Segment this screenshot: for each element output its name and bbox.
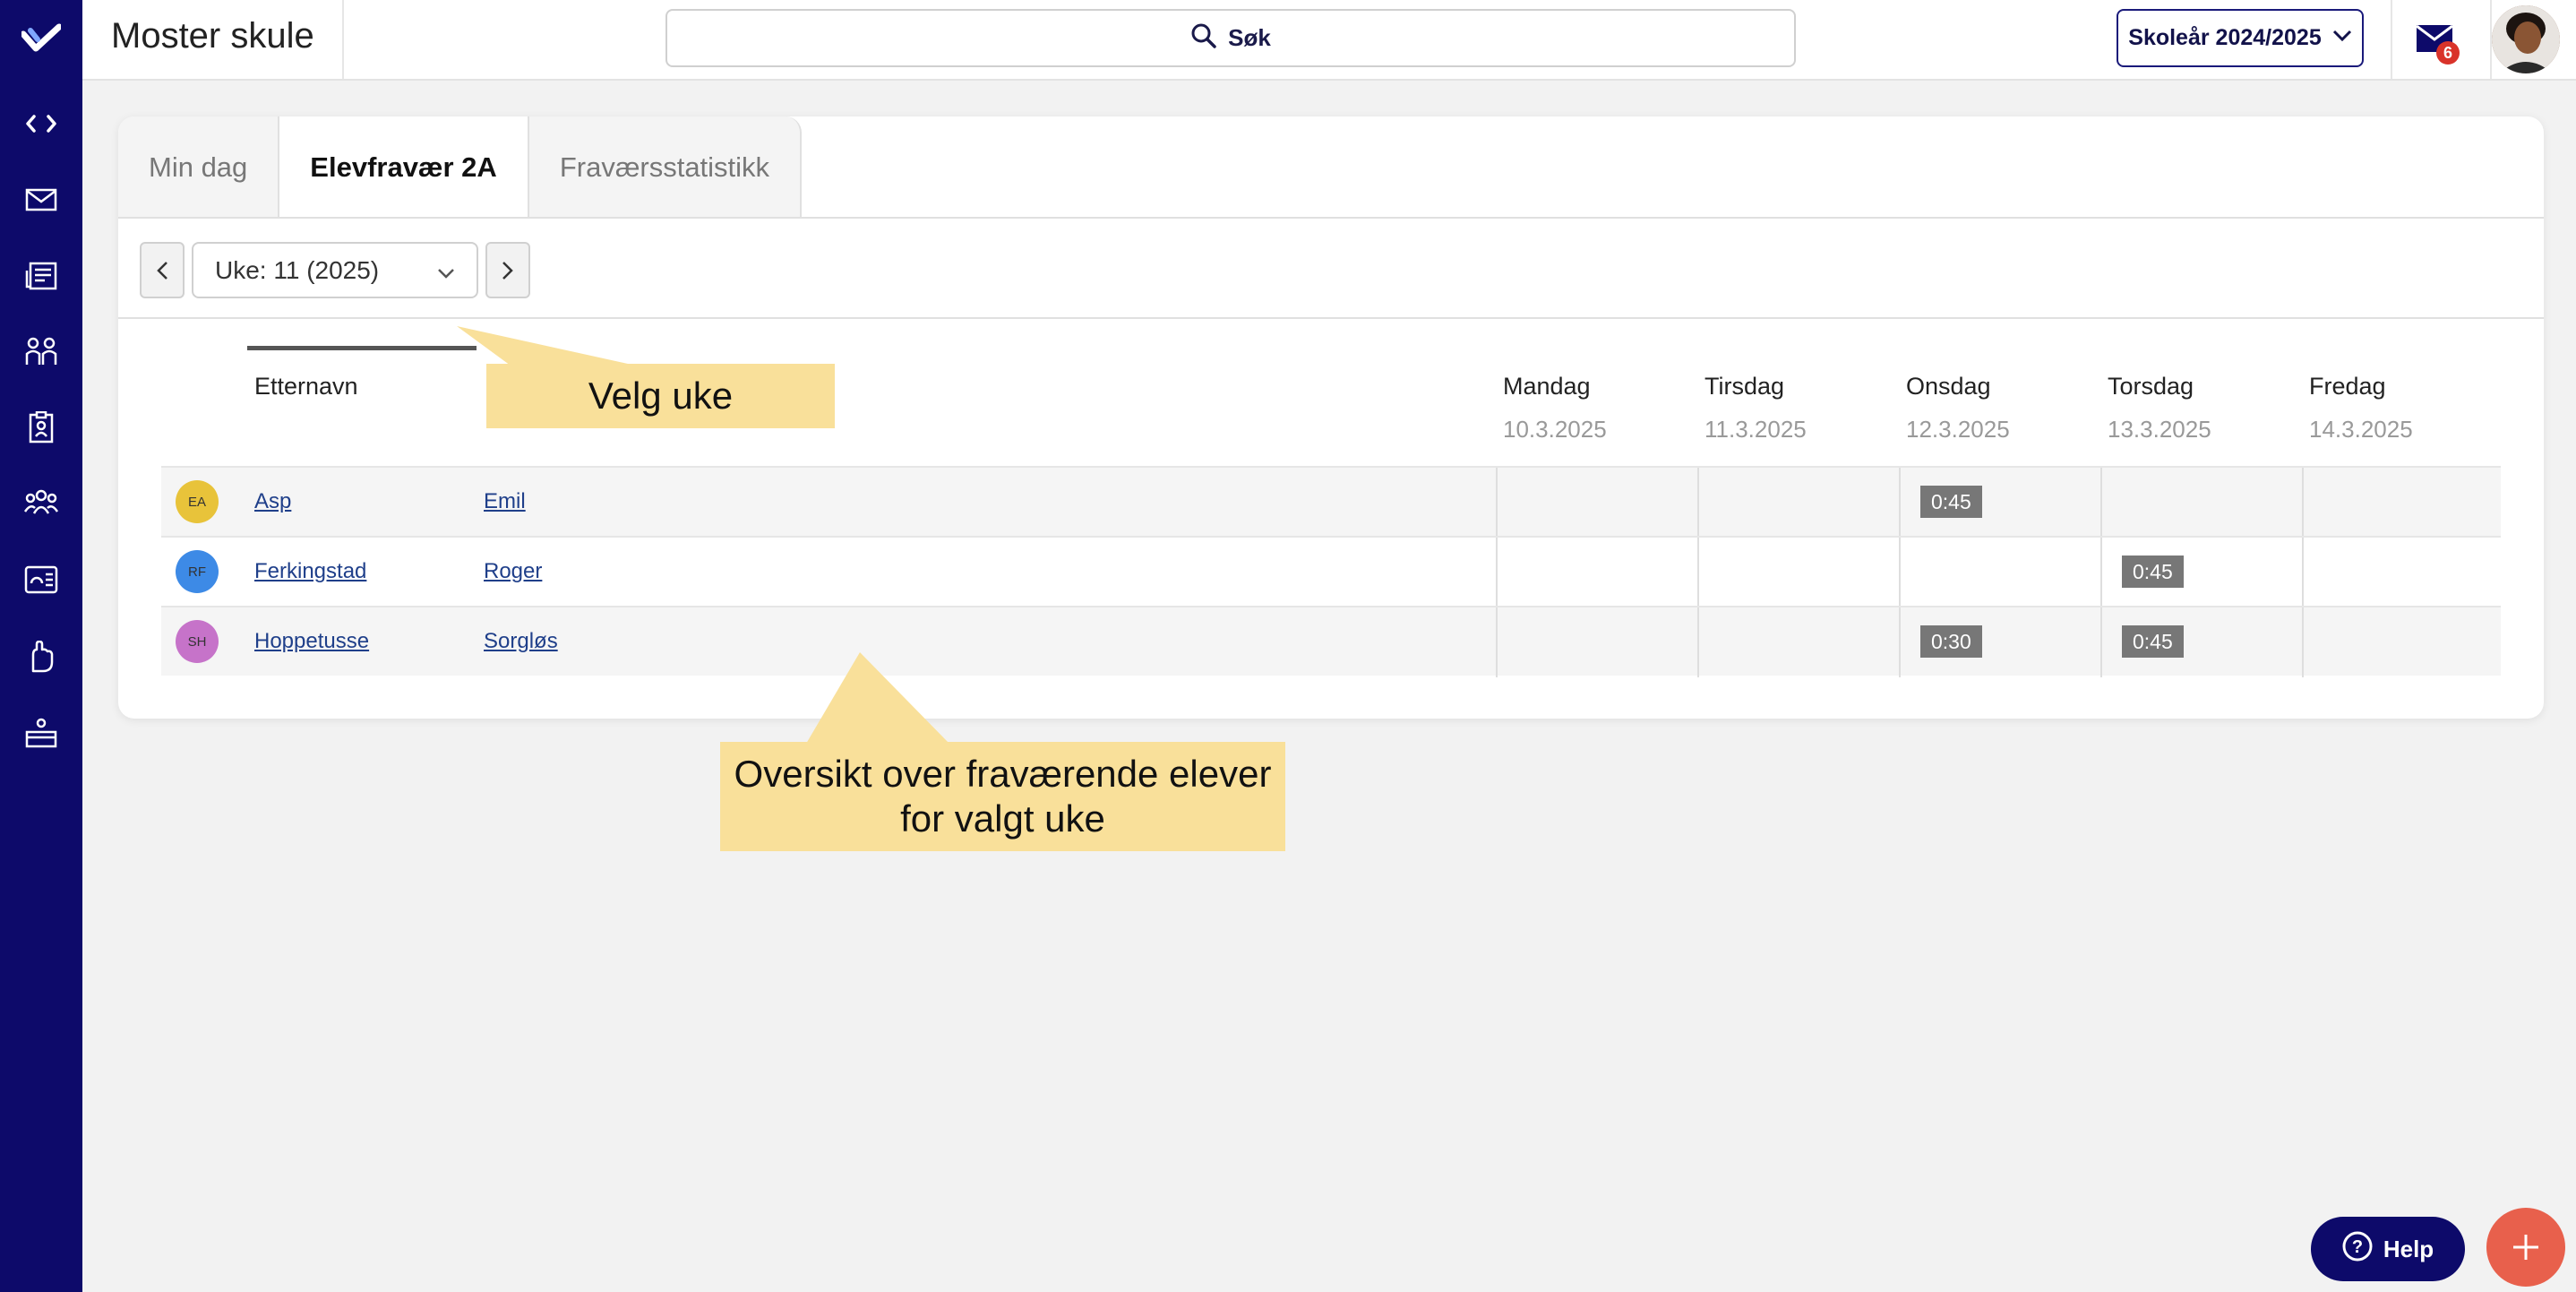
absence-badge[interactable]: 0:30: [1920, 625, 1982, 658]
tab-bar: Min dag Elevfravær 2A Fraværsstatistikk: [118, 116, 803, 219]
add-button[interactable]: [2486, 1208, 2565, 1287]
divider: [1496, 538, 1498, 607]
code-icon[interactable]: [23, 106, 59, 142]
help-label: Help: [2383, 1235, 2434, 1262]
chevron-down-icon: [2332, 30, 2352, 47]
student-firstname-link[interactable]: Roger: [484, 559, 542, 584]
tab-elevfravaer[interactable]: Elevfravær 2A: [279, 116, 529, 219]
search-input[interactable]: Søk: [665, 9, 1796, 67]
absence-badge[interactable]: 0:45: [2122, 556, 2184, 588]
mail-icon[interactable]: [23, 182, 59, 218]
callout-overview-line2: for valgt uke: [900, 797, 1105, 840]
search-icon: [1190, 22, 1217, 54]
svg-text:?: ?: [2352, 1237, 2363, 1257]
main-card: Min dag Elevfravær 2A Fraværsstatistikk …: [118, 116, 2544, 719]
divider: [2391, 0, 2392, 79]
divider: [2302, 538, 2304, 607]
student-firstname-link[interactable]: Sorgløs: [484, 629, 558, 654]
school-year-label: Skoleår 2024/2025: [2128, 25, 2322, 50]
table-row: SH Hoppetusse Sorgløs 0:30 0:45: [161, 606, 2501, 677]
divider: [1697, 607, 1699, 677]
callout-velg-uke: Velg uke: [486, 364, 835, 428]
absence-badge[interactable]: 0:45: [1920, 486, 1982, 518]
logo-icon[interactable]: [20, 23, 63, 56]
help-button[interactable]: ? Help: [2311, 1217, 2465, 1281]
chevron-down-icon: [437, 256, 455, 285]
user-avatar[interactable]: [2492, 5, 2560, 73]
column-header-lastname[interactable]: Etternavn: [254, 373, 358, 401]
search-label: Søk: [1228, 24, 1271, 51]
divider: [118, 217, 2544, 219]
chevron-right-icon: [502, 261, 513, 280]
day-date: 13.3.2025: [2108, 416, 2211, 443]
day-date: 12.3.2025: [1906, 416, 2010, 443]
divider: [2302, 607, 2304, 677]
student-firstname-link[interactable]: Emil: [484, 489, 526, 514]
divider: [1899, 607, 1901, 677]
callout-overview-line1: Oversikt over fraværende elever: [734, 753, 1272, 795]
callout-pointer: [806, 652, 949, 744]
week-select[interactable]: Uke: 11 (2025): [192, 242, 478, 298]
groups-icon[interactable]: [23, 333, 59, 369]
student-lastname-link[interactable]: Ferkingstad: [254, 559, 366, 584]
clipboard-icon[interactable]: [23, 409, 59, 445]
top-bar: Moster skule Søk Skoleår 2024/2025: [82, 0, 2576, 81]
student-initials: RF: [176, 550, 219, 593]
divider: [2100, 538, 2102, 607]
people-icon[interactable]: [23, 484, 59, 520]
tab-min-dag[interactable]: Min dag: [118, 116, 280, 219]
sidebar: [0, 0, 82, 1292]
day-date: 11.3.2025: [1704, 416, 1807, 443]
sort-indicator: [247, 346, 477, 350]
divider: [1899, 468, 1901, 538]
student-lastname-link[interactable]: Asp: [254, 489, 291, 514]
absence-badge[interactable]: 0:45: [2122, 625, 2184, 658]
divider: [1496, 607, 1498, 677]
student-initials: EA: [176, 480, 219, 523]
help-icon: ?: [2342, 1231, 2373, 1268]
day-header: Tirsdag: [1704, 373, 1785, 400]
tab-fravaersstatistikk[interactable]: Fraværsstatistikk: [528, 116, 803, 219]
table-row: EA Asp Emil 0:45: [161, 466, 2501, 538]
divider: [2100, 607, 2102, 677]
day-header: Fredag: [2309, 373, 2386, 400]
day-date: 10.3.2025: [1503, 416, 1607, 443]
chevron-left-icon: [157, 261, 167, 280]
school-name: Moster skule: [111, 16, 314, 56]
student-initials: SH: [176, 620, 219, 663]
workspace-icon[interactable]: [23, 715, 59, 751]
divider: [1697, 468, 1699, 538]
divider: [342, 0, 344, 79]
divider: [1496, 468, 1498, 538]
divider: [2302, 468, 2304, 538]
student-lastname-link[interactable]: Hoppetusse: [254, 629, 369, 654]
divider: [2100, 468, 2102, 538]
divider: [1899, 538, 1901, 607]
week-select-value: Uke: 11 (2025): [215, 255, 380, 284]
divider: [118, 317, 2544, 319]
news-icon[interactable]: [23, 258, 59, 294]
messages-badge: 6: [2436, 41, 2460, 65]
day-date: 14.3.2025: [2309, 416, 2413, 443]
day-header: Onsdag: [1906, 373, 1991, 400]
previous-week-button[interactable]: [140, 242, 185, 298]
day-header: Mandag: [1503, 373, 1591, 400]
plus-icon: [2513, 1235, 2538, 1260]
dashboard-icon[interactable]: [23, 562, 59, 598]
table-row: RF Ferkingstad Roger 0:45: [161, 536, 2501, 607]
school-year-select[interactable]: Skoleår 2024/2025: [2117, 9, 2364, 67]
hand-icon[interactable]: [23, 639, 59, 675]
next-week-button[interactable]: [485, 242, 530, 298]
divider: [1697, 538, 1699, 607]
callout-overview: Oversikt over fraværende elever for valg…: [720, 742, 1285, 851]
day-header: Torsdag: [2108, 373, 2194, 400]
